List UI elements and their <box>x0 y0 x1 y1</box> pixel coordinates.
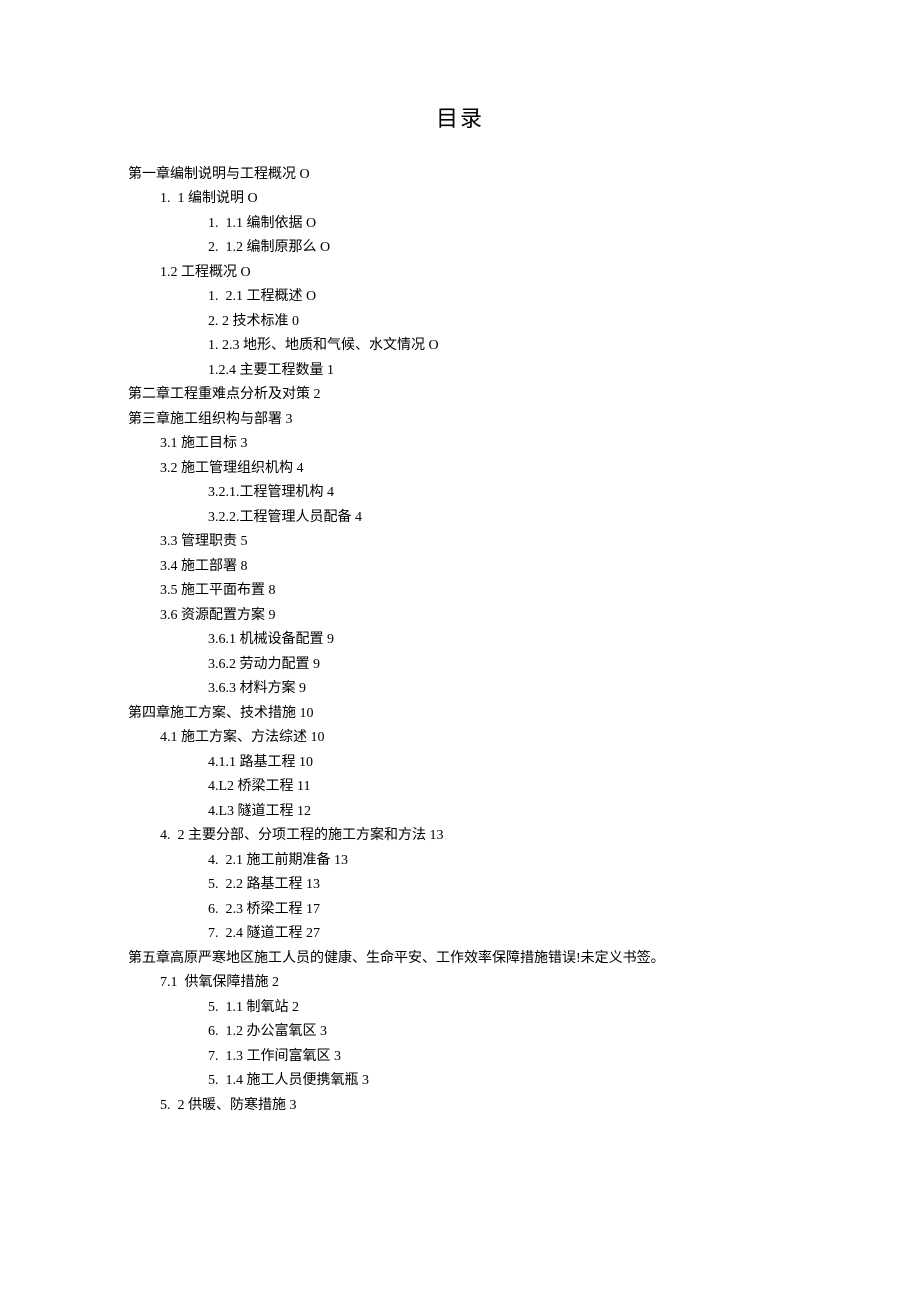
toc-entry: 3.5 施工平面布置 8 <box>128 579 792 604</box>
toc-entry: 3.2 施工管理组织机构 4 <box>128 457 792 482</box>
toc-entry: 3.6 资源配置方案 9 <box>128 604 792 629</box>
toc-entry: 1. 1 编制说明 O <box>128 187 792 212</box>
toc-entry: 4. 2 主要分部、分项工程的施工方案和方法 13 <box>128 824 792 849</box>
toc-entry: 1. 1.1 编制依据 O <box>128 212 792 237</box>
toc-entry: 3.2.2.工程管理人员配备 4 <box>128 506 792 531</box>
toc-entry: 4. 2.1 施工前期准备 13 <box>128 849 792 874</box>
toc-entry: 5. 2 供暖、防寒措施 3 <box>128 1094 792 1119</box>
toc-entry: 7. 1.3 工作间富氧区 3 <box>128 1045 792 1070</box>
toc-entry: 5. 1.1 制氧站 2 <box>128 996 792 1021</box>
toc-entry: 6. 1.2 办公富氧区 3 <box>128 1020 792 1045</box>
toc-entry: 5. 2.2 路基工程 13 <box>128 873 792 898</box>
toc-list: 第一章编制说明与工程概况 O1. 1 编制说明 O1. 1.1 编制依据 O2.… <box>128 163 792 1119</box>
toc-entry: 4.L2 桥梁工程 11 <box>128 775 792 800</box>
toc-entry: 第四章施工方案、技术措施 10 <box>128 702 792 727</box>
toc-entry: 1. 2.3 地形、地质和气候、水文情况 O <box>128 334 792 359</box>
toc-entry: 3.6.2 劳动力配置 9 <box>128 653 792 678</box>
toc-entry: 3.6.3 材料方案 9 <box>128 677 792 702</box>
toc-entry: 6. 2.3 桥梁工程 17 <box>128 898 792 923</box>
toc-entry: 1.2 工程概况 O <box>128 261 792 286</box>
toc-entry: 第一章编制说明与工程概况 O <box>128 163 792 188</box>
toc-entry: 4.L3 隧道工程 12 <box>128 800 792 825</box>
toc-entry: 3.3 管理职责 5 <box>128 530 792 555</box>
toc-entry: 第二章工程重难点分析及对策 2 <box>128 383 792 408</box>
toc-entry: 3.2.1.工程管理机构 4 <box>128 481 792 506</box>
toc-entry: 7. 2.4 隧道工程 27 <box>128 922 792 947</box>
toc-entry: 3.4 施工部署 8 <box>128 555 792 580</box>
toc-title: 目录 <box>128 100 792 139</box>
toc-entry: 1. 2.1 工程概述 O <box>128 285 792 310</box>
toc-entry: 3.1 施工目标 3 <box>128 432 792 457</box>
toc-entry: 3.6.1 机械设备配置 9 <box>128 628 792 653</box>
toc-entry: 2. 1.2 编制原那么 O <box>128 236 792 261</box>
toc-entry: 1.2.4 主要工程数量 1 <box>128 359 792 384</box>
toc-entry: 7.1 供氧保障措施 2 <box>128 971 792 996</box>
toc-entry: 第五章高原严寒地区施工人员的健康、生命平安、工作效率保障措施错误!未定义书签。 <box>128 947 792 972</box>
toc-entry: 第三章施工组织构与部署 3 <box>128 408 792 433</box>
toc-entry: 4.1.1 路基工程 10 <box>128 751 792 776</box>
toc-entry: 4.1 施工方案、方法综述 10 <box>128 726 792 751</box>
toc-entry: 2. 2 技术标准 0 <box>128 310 792 335</box>
toc-entry: 5. 1.4 施工人员便携氧瓶 3 <box>128 1069 792 1094</box>
